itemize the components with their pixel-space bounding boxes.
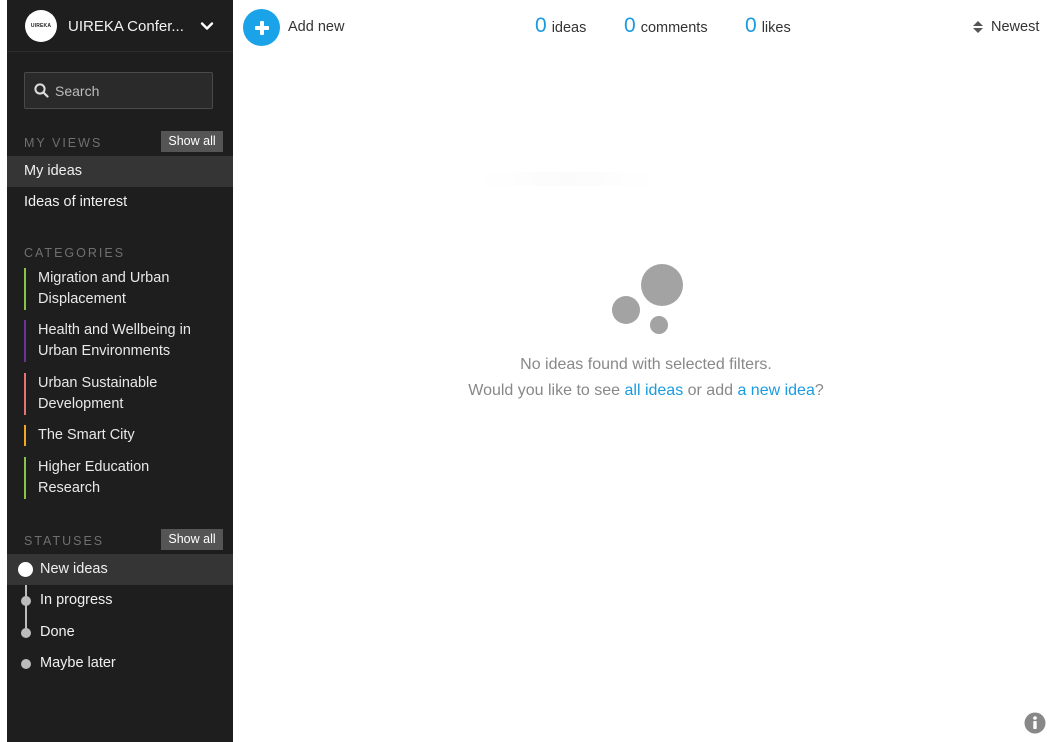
sort-label: Newest: [991, 19, 1040, 35]
sort-icon: [973, 21, 983, 33]
status-item-in-progress[interactable]: In progress: [7, 585, 233, 616]
stat-likes-count: 0: [745, 14, 757, 37]
sidebar-item-label: Ideas of interest: [24, 194, 128, 210]
status-label: Done: [40, 624, 75, 640]
stat-likes: 0 likes: [745, 14, 791, 38]
sidebar-item-my-ideas[interactable]: My ideas: [7, 156, 233, 187]
stat-ideas-count: 0: [535, 14, 547, 37]
add-new-label[interactable]: Add new: [288, 19, 344, 35]
plus-icon: [254, 20, 269, 35]
category-label: Higher Education: [38, 459, 150, 475]
status-label: Maybe later: [40, 655, 116, 671]
category-label: The Smart City: [38, 427, 135, 443]
stat-comments: 0 comments: [624, 14, 708, 38]
status-dot-icon: [21, 628, 31, 638]
brand-name: UIREKA Confer...: [68, 18, 184, 35]
my-views-show-all-button[interactable]: Show all: [161, 131, 223, 152]
stat-ideas-label: ideas: [551, 20, 587, 36]
suggestion-text: ?: [814, 382, 824, 399]
category-item[interactable]: The Smart City: [24, 425, 224, 446]
category-label: Health and Wellbeing in: [38, 322, 191, 338]
add-new-button[interactable]: [243, 9, 280, 46]
brand-logo: UIREKA: [25, 10, 57, 42]
empty-state-message: No ideas found with selected filters.: [520, 356, 772, 373]
search-box[interactable]: [24, 72, 213, 109]
stat-comments-label: comments: [640, 20, 708, 36]
category-label: Migration and Urban: [38, 270, 170, 286]
stat-ideas: 0 ideas: [535, 14, 586, 38]
category-item[interactable]: Migration and Urban Displacement: [24, 268, 224, 310]
chevron-down-icon[interactable]: [200, 19, 214, 33]
stat-likes-label: likes: [761, 20, 791, 36]
new-idea-link[interactable]: a new idea: [737, 382, 814, 399]
sort-dropdown[interactable]: Newest: [972, 19, 1039, 35]
my-views-title: MY VIEWS: [24, 136, 103, 150]
search-icon: [34, 83, 49, 98]
empty-state-suggestion: Would you like to see all ideas or add a…: [0, 382, 1056, 400]
status-item-done[interactable]: Done: [7, 617, 233, 648]
suggestion-text: or add: [683, 382, 738, 399]
status-label: New ideas: [40, 561, 108, 577]
search-input[interactable]: [55, 82, 195, 99]
category-label: Displacement: [38, 291, 126, 307]
all-ideas-link[interactable]: all ideas: [624, 382, 683, 399]
status-dot-icon: [21, 659, 31, 669]
status-dot-icon: [18, 562, 33, 577]
categories-title: CATEGORIES: [24, 246, 126, 260]
statuses-show-all-button[interactable]: Show all: [161, 529, 223, 550]
category-label: Research: [38, 480, 101, 496]
sidebar-item-ideas-of-interest[interactable]: Ideas of interest: [7, 187, 233, 218]
status-dot-icon: [21, 596, 31, 606]
faint-overlay: [478, 172, 658, 186]
empty-bubbles-icon: [612, 264, 683, 334]
brand-switcher[interactable]: UIREKA UIREKA Confer...: [7, 0, 233, 52]
info-icon[interactable]: [1024, 712, 1046, 734]
stat-comments-count: 0: [624, 14, 636, 37]
status-item-maybe-later[interactable]: Maybe later: [7, 648, 233, 679]
status-label: In progress: [40, 592, 113, 608]
category-item[interactable]: Higher Education Research: [24, 457, 224, 499]
status-item-new-ideas[interactable]: New ideas: [7, 554, 233, 585]
statuses-title: STATUSES: [24, 534, 105, 548]
sidebar-item-label: My ideas: [24, 163, 83, 179]
suggestion-text: Would you like to see: [468, 382, 625, 399]
